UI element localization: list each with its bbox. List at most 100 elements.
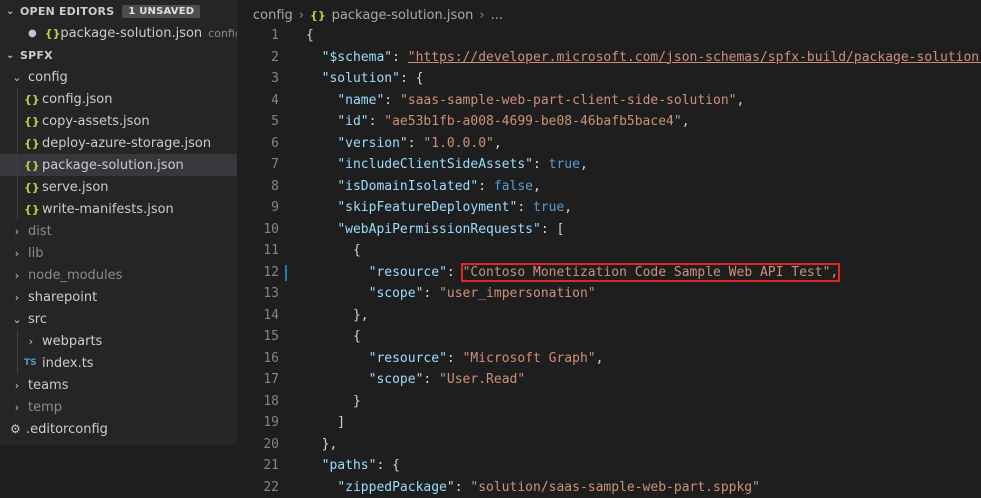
tree-item-label: lib xyxy=(28,246,43,261)
json-file-icon: {} xyxy=(24,203,42,216)
tree-item-label: node_modules xyxy=(28,268,122,283)
tree-item[interactable]: {}copy-assets.json xyxy=(0,110,237,132)
tree-item[interactable]: › lib xyxy=(0,242,237,264)
chevron-right-icon[interactable]: › xyxy=(10,379,24,392)
code-line: 4 "name": "saas-sample-web-part-client-s… xyxy=(237,90,981,112)
tree-item[interactable]: {}write-manifests.json xyxy=(0,198,237,220)
open-editors-header[interactable]: ⌄ OPEN EDITORS 1 UNSAVED xyxy=(0,0,237,22)
json-string: "user_impersonation" xyxy=(439,286,596,301)
open-editor-item[interactable]: ● {} package-solution.json config xyxy=(0,22,237,44)
line-number: 17 xyxy=(237,369,279,391)
tree-item[interactable]: {}serve.json xyxy=(0,176,237,198)
json-file-icon: {} xyxy=(45,27,61,40)
json-key: "skipFeatureDeployment" xyxy=(337,200,517,215)
indent-guide xyxy=(17,352,18,374)
line-text: "version": "1.0.0.0", xyxy=(306,133,502,155)
code-editor[interactable]: 1{ 2 "$schema": "https://developer.micro… xyxy=(237,25,981,498)
open-editor-filename: package-solution.json xyxy=(60,26,202,41)
tree-item[interactable]: ›sharepoint xyxy=(0,286,237,308)
json-file-icon: {} xyxy=(24,137,42,150)
chevron-right-icon[interactable]: › xyxy=(10,401,24,414)
json-boolean: true xyxy=(549,157,580,172)
chevron-down-icon[interactable]: ⌄ xyxy=(10,71,24,84)
tree-item[interactable]: ⚙.editorconfig xyxy=(0,418,237,440)
tree-item[interactable]: › dist xyxy=(0,220,237,242)
tree-item-label: copy-assets.json xyxy=(42,114,150,129)
line-number: 12 xyxy=(237,262,279,284)
tree-item[interactable]: ›temp xyxy=(0,396,237,418)
file-tree: ⌄config{}config.json{}copy-assets.json{}… xyxy=(0,66,237,440)
tree-item-label: write-manifests.json xyxy=(42,202,174,217)
json-boolean: false xyxy=(494,179,533,194)
line-number: 3 xyxy=(237,68,279,90)
line-number: 8 xyxy=(237,176,279,198)
line-text: "webApiPermissionRequests": [ xyxy=(306,219,564,241)
editor-pane: config › {} package-solution.json › ... … xyxy=(237,0,981,445)
chevron-right-icon[interactable]: › xyxy=(10,247,24,260)
tree-item-label: config.json xyxy=(42,92,113,107)
tree-item-label: serve.json xyxy=(42,180,109,195)
tree-item-label: package-solution.json xyxy=(42,158,184,173)
json-string: "User.Read" xyxy=(439,372,525,387)
json-key: "name" xyxy=(337,93,384,108)
highlighted-resource-value[interactable]: "Contoso Monetization Code Sample Web AP… xyxy=(463,265,839,280)
chevron-right-icon[interactable]: › xyxy=(10,225,24,238)
json-string: "ae53b1fb-a008-4699-be08-46bafb5bace4" xyxy=(384,114,681,129)
chevron-right-icon[interactable]: › xyxy=(10,269,24,282)
breadcrumb-more[interactable]: ... xyxy=(491,8,503,23)
breadcrumb-file[interactable]: package-solution.json xyxy=(332,8,474,23)
code-line: 11 { xyxy=(237,240,981,262)
line-number: 19 xyxy=(237,412,279,434)
json-key: "resource" xyxy=(369,351,447,366)
chevron-right-icon[interactable]: › xyxy=(10,291,24,304)
open-editor-folder: config xyxy=(208,27,237,40)
unsaved-dot-icon[interactable]: ● xyxy=(28,28,37,39)
tree-item[interactable]: ⌄ src xyxy=(0,308,237,330)
tree-item-label: src xyxy=(28,312,47,327)
code-line: 10 "webApiPermissionRequests": [ xyxy=(237,219,981,241)
code-line: 7 "includeClientSideAssets": true, xyxy=(237,154,981,176)
tree-item[interactable]: {}package-solution.json xyxy=(0,154,237,176)
open-editors-title: OPEN EDITORS xyxy=(20,5,114,18)
tree-item[interactable]: TSindex.ts xyxy=(0,352,237,374)
tree-item[interactable]: ⌄config xyxy=(0,66,237,88)
tree-item[interactable]: {}config.json xyxy=(0,88,237,110)
code-line: 13 "scope": "user_impersonation" xyxy=(237,283,981,305)
json-key: "$schema" xyxy=(322,50,392,65)
gear-icon: ⚙ xyxy=(10,422,26,436)
project-header[interactable]: ⌄ SPFX xyxy=(0,44,237,66)
schema-url-link[interactable]: "https://developer.microsoft.com/json-sc… xyxy=(408,50,981,65)
code-line: 19 ] xyxy=(237,412,981,434)
line-text: "resource": "Contoso Monetization Code S… xyxy=(306,262,838,284)
breadcrumb-folder[interactable]: config xyxy=(253,8,293,23)
tree-item[interactable]: {}deploy-azure-storage.json xyxy=(0,132,237,154)
json-key: "paths" xyxy=(322,458,377,473)
tree-item-label: dist xyxy=(28,224,52,239)
json-file-icon: {} xyxy=(24,93,42,106)
indent-guide xyxy=(17,330,18,352)
tree-item[interactable]: › node_modules xyxy=(0,264,237,286)
tree-item[interactable]: ›teams xyxy=(0,374,237,396)
line-text: { xyxy=(306,240,361,262)
line-text: "scope": "user_impersonation" xyxy=(306,283,596,305)
json-string: "1.0.0.0" xyxy=(423,136,493,151)
line-text: }, xyxy=(306,434,337,456)
json-key: "includeClientSideAssets" xyxy=(337,157,533,172)
line-number: 5 xyxy=(237,111,279,133)
code-line: 3 "solution": { xyxy=(237,68,981,90)
indent-guide xyxy=(17,88,18,110)
line-text: { xyxy=(306,326,361,348)
json-string: "solution/saas-sample-web-part.sppkg" xyxy=(470,480,760,495)
line-text: "isDomainIsolated": false, xyxy=(306,176,541,198)
code-line: 8 "isDomainIsolated": false, xyxy=(237,176,981,198)
code-line: 9 "skipFeatureDeployment": true, xyxy=(237,197,981,219)
json-file-icon: {} xyxy=(24,159,42,172)
json-file-icon: {} xyxy=(24,115,42,128)
tree-item-label: webparts xyxy=(42,334,102,349)
chevron-right-icon[interactable]: › xyxy=(24,335,38,348)
modified-line-indicator xyxy=(285,265,287,281)
code-line: 14 }, xyxy=(237,305,981,327)
chevron-down-icon[interactable]: ⌄ xyxy=(10,313,24,326)
line-text: "solution": { xyxy=(306,68,423,90)
tree-item[interactable]: › webparts xyxy=(0,330,237,352)
